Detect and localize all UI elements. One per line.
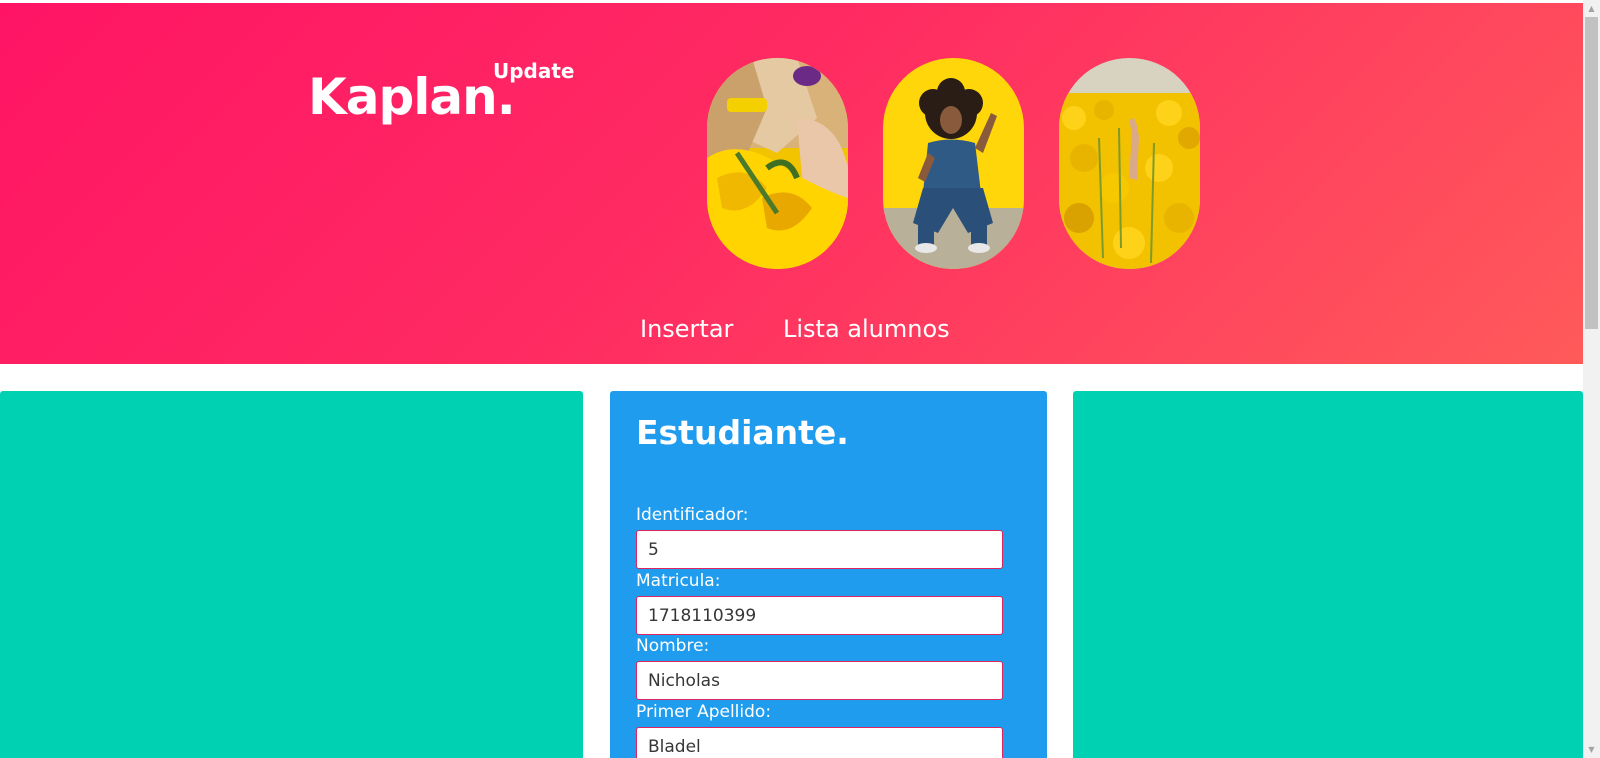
main-nav: Insertar Lista alumnos xyxy=(0,315,1583,355)
photo-woman-curly-hair xyxy=(883,58,1024,269)
yellow-field-hand-icon xyxy=(1059,58,1200,269)
identificador-input[interactable] xyxy=(636,530,1003,569)
left-panel xyxy=(0,391,583,758)
matricula-label: Matricula: xyxy=(636,571,721,591)
photo-yellow-field-hand xyxy=(1059,58,1200,269)
woman-curly-hair-icon xyxy=(883,58,1024,269)
scroll-up-arrow-icon[interactable]: ▲ xyxy=(1583,0,1600,17)
hero-header: Kaplan. Update Insertar Lista alumnos xyxy=(0,3,1583,364)
student-form-panel: Estudiante. Identificador: Matricula: No… xyxy=(610,391,1047,758)
woman-yellow-flowers-icon xyxy=(707,58,848,269)
form-title: Estudiante. xyxy=(636,413,849,452)
nombre-input[interactable] xyxy=(636,661,1003,700)
primer-apellido-input[interactable] xyxy=(636,727,1003,758)
scroll-thumb[interactable] xyxy=(1585,17,1598,329)
scroll-down-arrow-icon[interactable]: ▼ xyxy=(1583,741,1600,758)
nav-link-insertar[interactable]: Insertar xyxy=(640,315,733,343)
right-panel xyxy=(1073,391,1583,758)
page: Kaplan. Update Insertar Lista alumnos Es… xyxy=(0,0,1583,758)
matricula-input[interactable] xyxy=(636,596,1003,635)
brand-logo[interactable]: Kaplan. xyxy=(308,68,516,126)
nombre-label: Nombre: xyxy=(636,636,710,656)
primer-apellido-label: Primer Apellido: xyxy=(636,702,772,722)
photo-woman-yellow-flowers xyxy=(707,58,848,269)
identificador-label: Identificador: xyxy=(636,505,749,525)
nav-link-lista-alumnos[interactable]: Lista alumnos xyxy=(783,315,950,343)
update-label: Update xyxy=(493,59,575,83)
vertical-scrollbar[interactable]: ▲ ▼ xyxy=(1583,0,1600,758)
